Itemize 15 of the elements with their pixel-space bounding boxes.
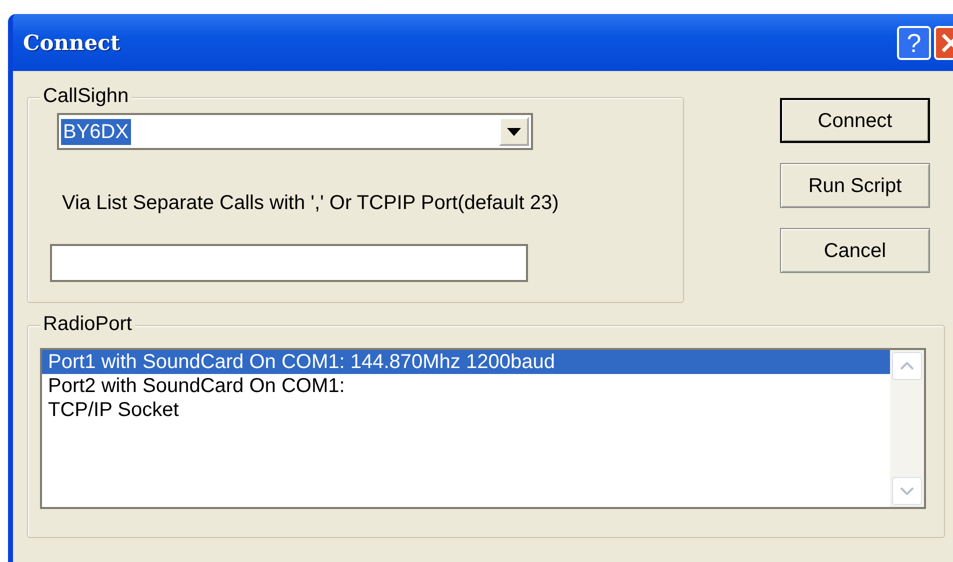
help-button[interactable]: ?: [897, 26, 931, 60]
scroll-down-icon[interactable]: [900, 487, 914, 495]
via-input-field[interactable]: [50, 244, 528, 282]
window-title: Connect: [23, 28, 120, 57]
dialog-button[interactable]: Cancel: [780, 228, 930, 273]
list-item[interactable]: Port1 with SoundCard On COM1: 144.870Mhz 1200baud: [42, 350, 890, 374]
list-item[interactable]: TCP/IP Socket: [42, 398, 890, 422]
scrollbar[interactable]: [890, 350, 924, 507]
dropdown-arrow-icon: [507, 128, 521, 136]
list-item[interactable]: Port2 with SoundCard On COM1:: [42, 374, 890, 398]
dialog-button[interactable]: Connect: [780, 98, 930, 143]
dialog-button[interactable]: Run Script: [780, 163, 930, 208]
via-label: Via List Separate Calls with ',' Or TCPIP Port(default 23): [62, 192, 559, 214]
scroll-up-icon[interactable]: [900, 362, 914, 370]
callsign-combobox[interactable]: BY6DX: [57, 113, 533, 150]
